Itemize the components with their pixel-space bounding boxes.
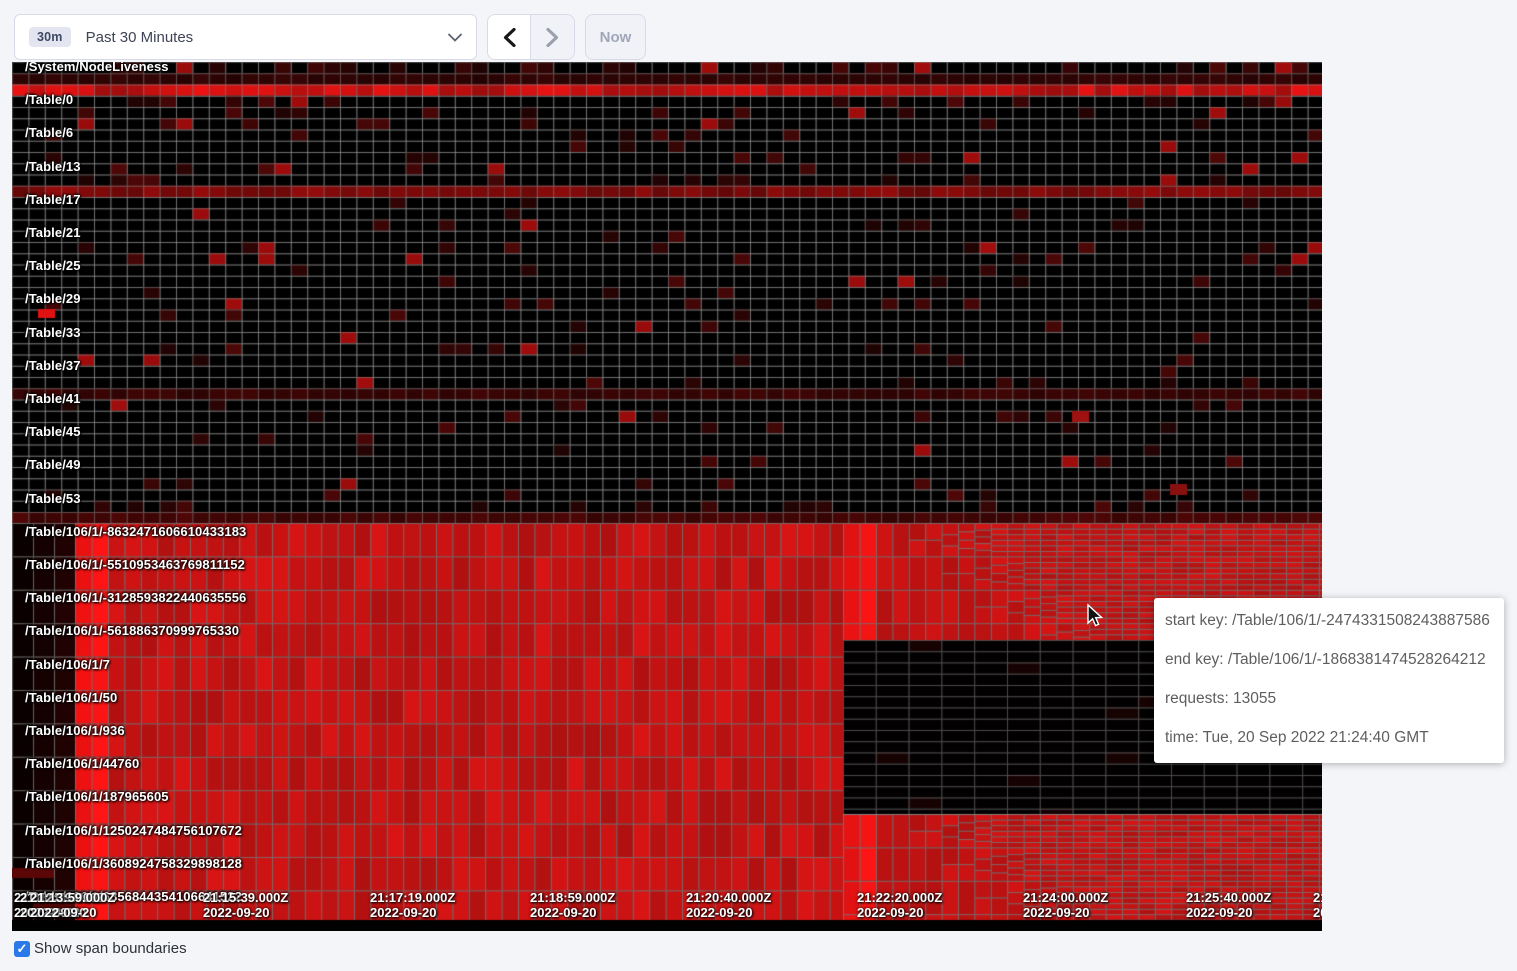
row-label: /Table/45 (25, 424, 81, 439)
row-label: /Table/6 (25, 125, 73, 140)
row-label: /Table/29 (25, 291, 81, 306)
check-icon: ✓ (17, 942, 28, 955)
time-range-badge: 30m (29, 27, 71, 47)
time-tick-label: 21:24:00.000Z2022-09-20 (1023, 891, 1108, 920)
time-tick-label: 21:20:40.000Z2022-09-20 (686, 891, 771, 920)
row-label: /Table/25 (25, 258, 81, 273)
tooltip-requests: requests: 13055 (1165, 690, 1493, 708)
heatmap-area[interactable]: /System/NodeLiveness/Table/0/Table/6/Tab… (12, 62, 1322, 931)
heatmap-canvas[interactable] (12, 62, 1322, 931)
row-label: /Table/106/1/3608924758329898128 (25, 856, 242, 871)
time-tick-label: 21:17:19.000Z2022-09-20 (370, 891, 455, 920)
row-label: /Table/49 (25, 457, 81, 472)
row-label: /Table/37 (25, 358, 81, 373)
row-label: /Table/106/1/7 (25, 657, 110, 672)
mouse-cursor (1083, 603, 1105, 634)
prev-interval-button[interactable] (488, 15, 531, 59)
next-interval-button[interactable] (531, 15, 574, 59)
row-label: /Table/106/1/-561886370999765330 (25, 623, 239, 638)
time-tick-label: 21:27:20.000Z2022-09-20 (1313, 891, 1322, 920)
time-tick-label: 21:15:39.000Z2022-09-20 (203, 891, 288, 920)
footer: ✓ Show span boundaries (14, 940, 187, 957)
row-label: /Table/106/1/1250247484756107672 (25, 823, 242, 838)
cell-tooltip: start key: /Table/106/1/-247433150824388… (1154, 598, 1504, 763)
time-range-label: Past 30 Minutes (86, 29, 194, 46)
row-label: /Table/21 (25, 225, 81, 240)
row-label: /Table/106/1/44760 (25, 756, 139, 771)
chevron-left-icon (503, 28, 516, 47)
tooltip-start-key: start key: /Table/106/1/-247433150824388… (1165, 612, 1493, 630)
time-nav-group (487, 14, 575, 60)
time-tick-label: 21:22:20.000Z2022-09-20 (857, 891, 942, 920)
row-label: /Table/106/1/936 (25, 723, 125, 738)
row-label: /Table/41 (25, 391, 81, 406)
row-label: /Table/106/1/187965605 (25, 789, 169, 804)
chevron-down-icon (448, 33, 462, 42)
time-tick-label: 21:18:59.000Z2022-09-20 (530, 891, 615, 920)
row-label: /Table/0 (25, 92, 73, 107)
row-label: /Table/53 (25, 491, 81, 506)
now-button[interactable]: Now (585, 14, 646, 60)
show-span-boundaries-label: Show span boundaries (34, 940, 187, 957)
row-label: /Table/106/1/-8632471606610433183 (25, 524, 246, 539)
chevron-right-icon (546, 28, 559, 47)
key-visualizer: /System/NodeLiveness/Table/0/Table/6/Tab… (12, 62, 1322, 931)
tooltip-time: time: Tue, 20 Sep 2022 21:24:40 GMT (1165, 729, 1493, 747)
time-tick-label: 21:25:40.000Z2022-09-20 (1186, 891, 1271, 920)
row-label: /Table/13 (25, 159, 81, 174)
row-label: /Table/106/1/-5510953463769811152 (25, 557, 245, 572)
row-label: /Table/106/1/-3128593822440635556 (25, 590, 246, 605)
row-label: /System/NodeLiveness (25, 62, 169, 74)
time-range-select[interactable]: 30m Past 30 Minutes (14, 14, 477, 60)
show-span-boundaries-checkbox[interactable]: ✓ (14, 941, 30, 957)
tooltip-end-key: end key: /Table/106/1/-18683814745282642… (1165, 651, 1493, 669)
row-label: /Table/17 (25, 192, 81, 207)
toolbar: 30m Past 30 Minutes Now (14, 14, 646, 60)
pointer-arrow-icon (1083, 603, 1105, 629)
row-label: /Table/106/1/50 (25, 690, 117, 705)
time-tick-label: 21:13:59.000Z2022-09-20 (30, 891, 115, 920)
row-label: /Table/33 (25, 325, 81, 340)
